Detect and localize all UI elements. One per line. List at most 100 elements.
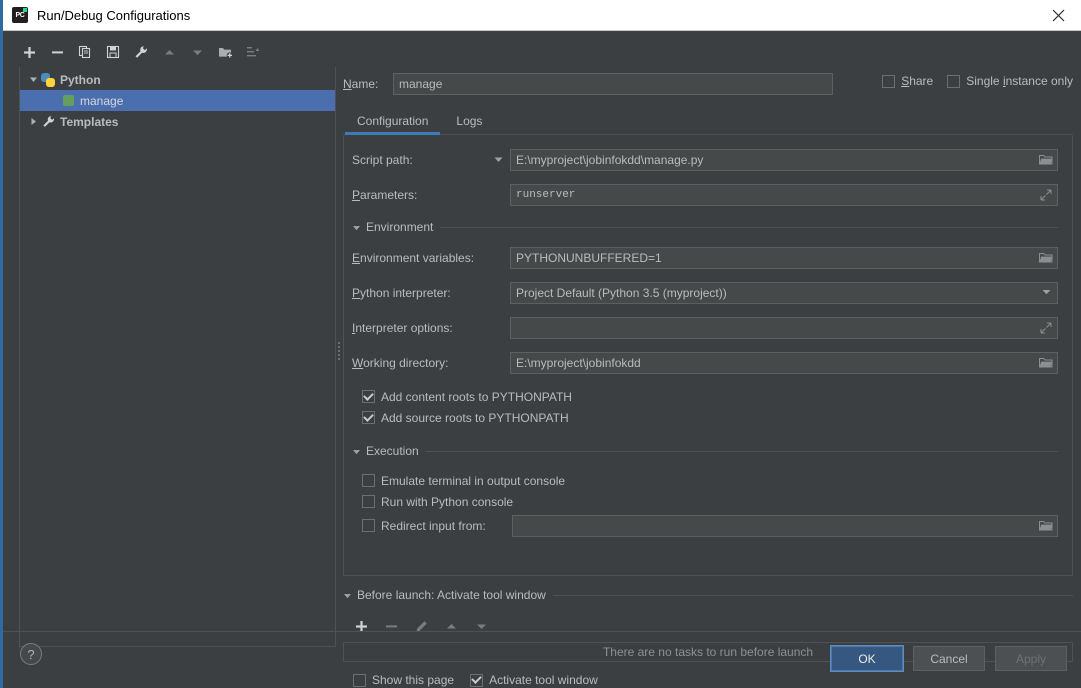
configuration-options: Share Single instance only [882,74,1073,88]
chevron-right-icon[interactable] [26,115,40,129]
execution-section-header[interactable]: Execution [352,442,1058,460]
checkbox-box [362,411,375,424]
add-content-roots-row: Add content roots to PYTHONPATH [352,386,1058,407]
emulate-terminal-label: Emulate terminal in output console [381,473,566,488]
before-launch-section-header[interactable]: Before launch: Activate tool window [343,586,1073,604]
ok-button[interactable]: OK [830,645,904,672]
configuration-editor-panel: Name: Share Single instance only Configu… [343,39,1073,687]
interpreter-options-input[interactable] [510,316,1058,339]
chevron-down-icon[interactable] [352,223,361,232]
run-with-python-console-row: Run with Python console [352,491,1058,512]
folder-browse-icon[interactable] [1035,515,1057,536]
add-source-roots-checkbox[interactable]: Add source roots to PYTHONPATH [362,411,569,425]
checkbox-box [882,74,896,88]
section-divider [440,226,1058,228]
emulate-terminal-checkbox[interactable]: Emulate terminal in output console [362,474,565,488]
python-logo-icon [40,72,56,88]
expand-editor-icon[interactable] [1035,184,1057,205]
tab-logs[interactable]: Logs [442,111,496,134]
folder-browse-icon[interactable] [1035,247,1057,268]
add-configuration-button[interactable] [21,44,37,60]
chevron-down-icon[interactable] [26,73,40,87]
tree-node-python[interactable]: Python [20,69,335,90]
execution-section-label: Execution [366,444,419,458]
wrench-icon[interactable] [133,44,149,60]
checkbox-box [362,495,375,508]
environment-variables-label: Environment variables: [352,250,475,265]
run-with-python-console-checkbox[interactable]: Run with Python console [362,495,513,509]
arrow-down-icon[interactable] [189,44,205,60]
share-checkbox[interactable]: Share [882,74,933,88]
chevron-down-icon[interactable] [352,447,361,456]
redirect-input-field[interactable] [512,514,1058,537]
remove-configuration-button[interactable] [49,44,65,60]
name-input[interactable] [393,73,833,95]
python-interpreter-select[interactable] [510,281,1058,304]
chevron-down-icon[interactable] [493,154,504,165]
script-path-label: Script path: [352,153,510,167]
tab-configuration[interactable]: Configuration [343,111,442,135]
dialog-action-buttons: OK Cancel Apply [830,645,1067,672]
redirect-input-label: Redirect input from: [381,518,486,533]
checkbox-box [362,519,375,532]
tree-node-label: Python [60,72,101,87]
tree-toolbar [11,39,336,65]
redirect-input-row: Redirect input from: [352,514,1058,537]
run-debug-configurations-dialog: PC Run/Debug Configurations Python manag… [0,0,1081,688]
folder-add-icon[interactable] [217,44,233,60]
pycharm-icon: PC [12,7,28,23]
folder-browse-icon[interactable] [1035,352,1057,373]
add-source-roots-row: Add source roots to PYTHONPATH [352,407,1058,428]
tab-label: Logs [456,114,483,128]
share-label: Share [901,74,934,88]
save-icon[interactable] [105,44,121,60]
working-directory-input[interactable] [510,351,1058,374]
configurations-panel: Python manage Templates [11,39,336,654]
sort-icon[interactable] [245,44,261,60]
environment-variables-row: Environment variables: [352,246,1058,269]
wrench-icon [40,114,56,130]
add-source-roots-label: Add source roots to PYTHONPATH [381,410,569,425]
cancel-button[interactable]: Cancel [913,646,985,671]
interpreter-options-row: Interpreter options: [352,316,1058,339]
tree-node-label: Templates [60,114,119,129]
tree-node-label: manage [80,93,124,108]
script-path-input[interactable] [510,148,1058,171]
add-content-roots-label: Add content roots to PYTHONPATH [381,389,572,404]
section-divider [552,594,1073,596]
dialog-body: Python manage Templates Name: manage Sha… [3,31,1081,688]
arrow-up-icon[interactable] [161,44,177,60]
single-instance-only-label: Single instance only [966,74,1073,88]
environment-section-label: Environment [366,220,434,234]
single-instance-only-checkbox[interactable]: Single instance only [947,74,1073,88]
working-directory-row: Working directory: [352,351,1058,374]
redirect-input-checkbox[interactable]: Redirect input from: [362,519,512,533]
parameters-input[interactable] [510,183,1058,206]
folder-browse-icon[interactable] [1035,149,1057,170]
add-content-roots-checkbox[interactable]: Add content roots to PYTHONPATH [362,390,572,404]
environment-section-header[interactable]: Environment [352,218,1058,236]
environment-variables-input[interactable] [510,246,1058,269]
checkbox-box [947,74,961,88]
chevron-down-icon[interactable] [343,591,352,600]
interpreter-options-label: Interpreter options: [352,320,453,335]
help-icon: ? [27,646,35,662]
help-button[interactable]: ? [20,643,42,665]
panel-splitter[interactable] [336,331,342,371]
tree-node-manage[interactable]: manage [20,90,335,111]
run-with-python-console-label: Run with Python console [381,494,514,509]
window-title: Run/Debug Configurations [37,7,191,23]
configurations-tree[interactable]: Python manage Templates [19,67,336,647]
copy-icon[interactable] [77,44,93,60]
before-launch-section-label: Before launch: Activate tool window [357,588,546,602]
tree-node-templates[interactable]: Templates [20,111,335,132]
name-label: Name: [343,77,379,91]
apply-button[interactable]: Apply [995,646,1067,671]
title-bar: PC Run/Debug Configurations [3,0,1081,31]
parameters-row: Parameters: [352,183,1058,206]
expand-editor-icon[interactable] [1035,317,1057,338]
close-icon[interactable] [1035,0,1081,30]
script-path-row: Script path: [352,148,1058,171]
section-divider [425,450,1058,452]
parameters-label: Parameters: [352,187,418,202]
